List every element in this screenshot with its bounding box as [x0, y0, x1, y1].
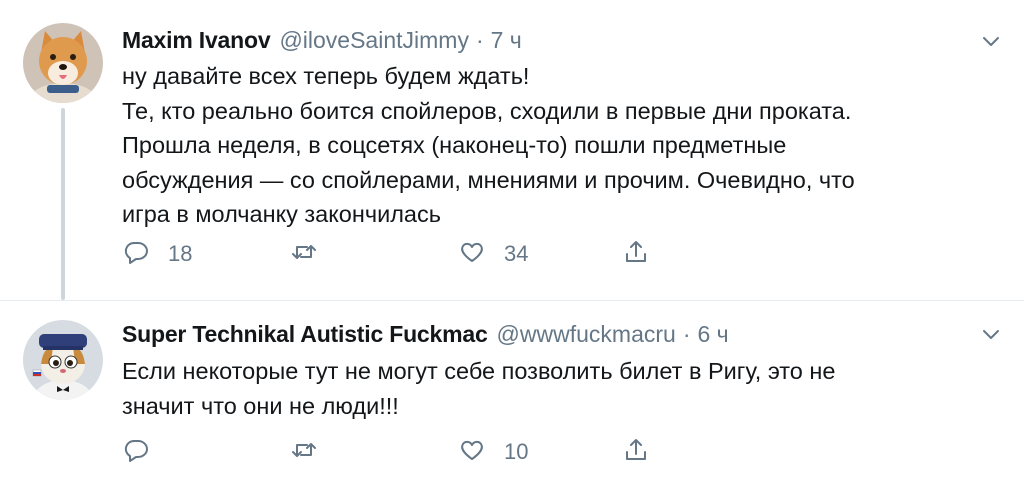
shiba-dog-avatar-image: [23, 23, 103, 103]
retweet-icon: [290, 238, 318, 271]
heart-icon: [458, 436, 486, 469]
author-handle[interactable]: @wwwfuckmacru: [497, 321, 676, 348]
author-name[interactable]: Super Technikal Autistic Fuckmac: [122, 321, 488, 348]
reply-icon: [122, 238, 150, 271]
share-icon: [622, 436, 650, 469]
reply-count: 18: [168, 241, 193, 266]
tweet-text: ну давайте всех теперь будем ждать! Те, …: [122, 59, 982, 232]
timestamp[interactable]: 6 ч: [697, 321, 728, 348]
tweet[interactable]: Maxim Ivanov @iloveSaintJimmy · 7 ч ну д…: [0, 0, 1024, 300]
tweet-text-line: значит что они не люди!!!: [122, 392, 399, 419]
tweet-text-line: Прошла неделя, в соцсетях (наконец-то) п…: [122, 132, 787, 158]
separator-dot: ·: [475, 27, 484, 53]
tweet-text-line: ну давайте всех теперь будем ждать!: [122, 63, 530, 89]
chevron-down-icon[interactable]: [980, 30, 1002, 52]
avatar[interactable]: [23, 23, 103, 103]
reply-button[interactable]: [122, 437, 168, 467]
separator-dot: ·: [682, 321, 691, 347]
share-icon: [622, 238, 650, 271]
retweet-button[interactable]: [290, 239, 336, 269]
retweet-button[interactable]: [290, 437, 336, 467]
retweet-icon: [290, 436, 318, 469]
share-button[interactable]: [622, 437, 650, 467]
tweet-actions: 10: [122, 437, 682, 467]
tweet-header: Super Technikal Autistic Fuckmac @wwwfuc…: [122, 321, 729, 351]
tweet-actions: 18 34: [122, 239, 682, 269]
share-button[interactable]: [622, 239, 650, 269]
reply-button[interactable]: 18: [122, 239, 192, 269]
tweet-header: Maxim Ivanov @iloveSaintJimmy · 7 ч: [122, 27, 522, 57]
like-button[interactable]: 10: [458, 437, 528, 467]
tweet-text-line: игра в молчанку закончилась: [122, 201, 441, 227]
like-count: 10: [504, 439, 529, 464]
author-handle[interactable]: @iloveSaintJimmy: [279, 27, 469, 54]
reply-icon: [122, 436, 150, 469]
cartoon-cat-avatar-image: [23, 320, 103, 400]
like-button[interactable]: 34: [458, 239, 528, 269]
avatar[interactable]: [23, 320, 103, 400]
author-name[interactable]: Maxim Ivanov: [122, 27, 271, 54]
tweet[interactable]: Super Technikal Autistic Fuckmac @wwwfuc…: [0, 300, 1024, 479]
timestamp[interactable]: 7 ч: [491, 27, 522, 54]
tweet-text-line: Те, кто реально боится спойлеров, сходил…: [122, 97, 852, 124]
like-count: 34: [504, 241, 529, 266]
heart-icon: [458, 238, 486, 271]
tweet-text-line: Если некоторые тут не могут себе позволи…: [122, 358, 836, 384]
tweet-text: Если некоторые тут не могут себе позволи…: [122, 354, 982, 423]
tweet-text-line: обсуждения — со спойлерами, мнениями и п…: [122, 166, 855, 193]
chevron-down-icon[interactable]: [980, 323, 1002, 345]
